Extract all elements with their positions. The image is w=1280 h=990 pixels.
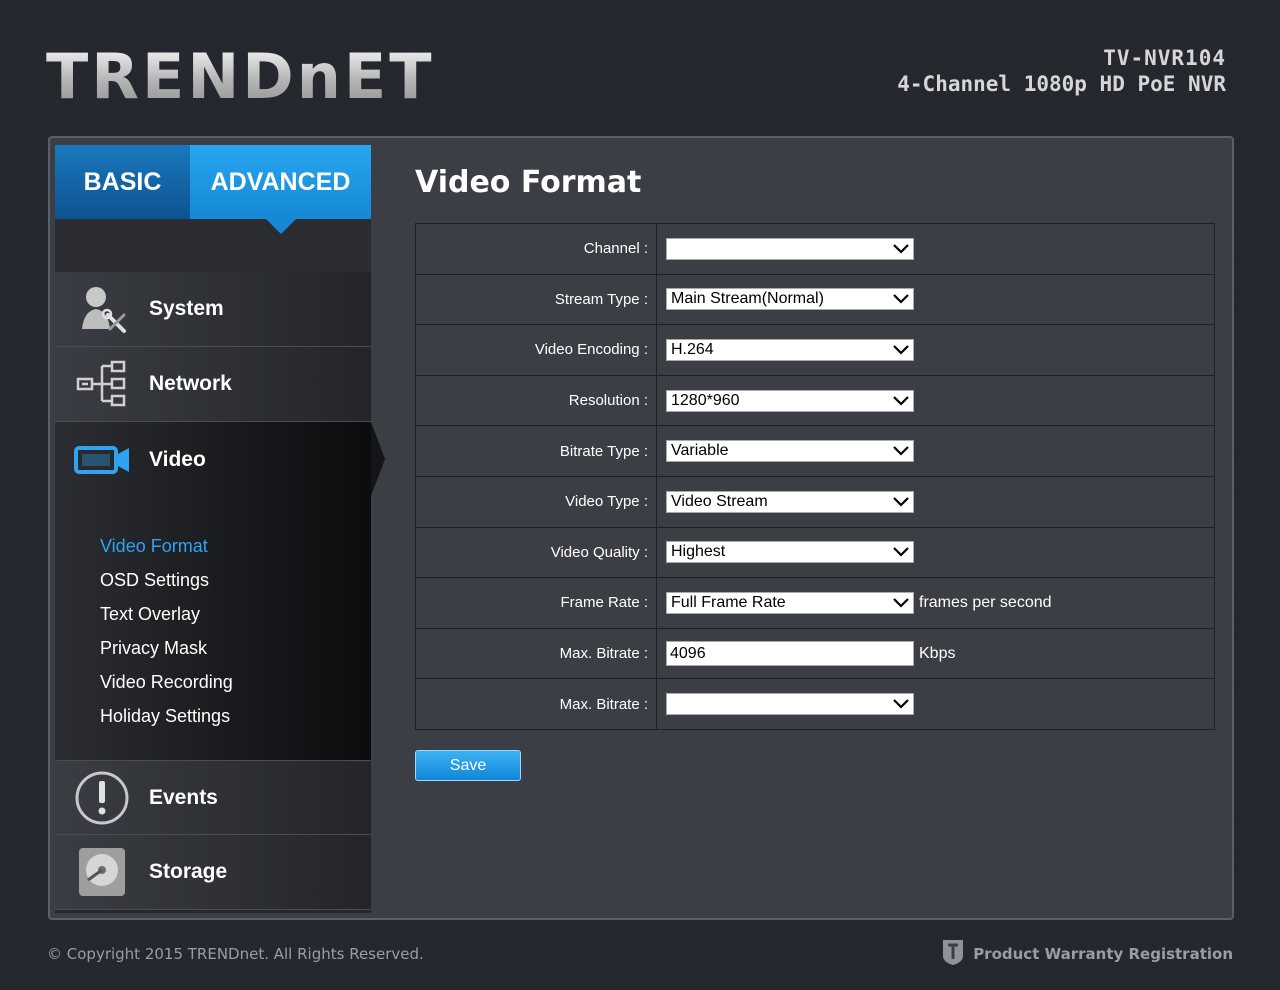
field-select[interactable] — [666, 237, 914, 260]
field-cell: 1280*960 — [656, 374, 1215, 427]
content-header: Video Format — [415, 165, 641, 200]
select-value: 1280*960 — [671, 391, 740, 409]
warranty-registration-link[interactable]: Product Warranty Registration — [941, 938, 1233, 970]
sidebar-item-network[interactable]: Network — [55, 347, 371, 422]
field-select[interactable]: Main Stream(Normal) — [666, 288, 914, 311]
chevron-down-icon — [893, 496, 909, 507]
sidebar-item-video[interactable]: Video — [55, 422, 371, 497]
submenu-video-recording[interactable]: Video Recording — [100, 665, 371, 699]
form-row: Max. Bitrate : — [415, 678, 1215, 730]
save-button[interactable]: Save — [415, 750, 521, 781]
tab-basic[interactable]: BASIC — [55, 145, 190, 219]
chevron-down-icon — [893, 547, 909, 557]
field-unit: frames per second — [919, 593, 1052, 611]
system-user-tools-icon — [55, 281, 149, 337]
form-row: Bitrate Type : Variable — [415, 425, 1215, 477]
model-description: 4-Channel 1080p HD PoE NVR — [897, 72, 1226, 96]
submenu-holiday-settings[interactable]: Holiday Settings — [100, 699, 371, 733]
submenu-video-format[interactable]: Video Format — [100, 529, 371, 563]
chevron-down-icon — [893, 244, 909, 254]
field-cell: Video Stream — [656, 475, 1215, 528]
field-label: Max. Bitrate : — [415, 627, 657, 680]
field-cell: Full Frame Rate frames per second — [656, 577, 1215, 629]
copyright-text: © Copyright 2015 TRENDnet. All Rights Re… — [47, 945, 424, 963]
sidebar-spacer — [55, 219, 371, 272]
field-cell — [656, 223, 1215, 275]
chevron-down-icon — [893, 294, 909, 304]
field-label: Bitrate Type : — [415, 425, 657, 477]
field-cell: H.264 — [656, 324, 1215, 376]
sidebar-item-events[interactable]: Events — [55, 760, 371, 835]
field-cell: Variable — [656, 425, 1215, 477]
field-select[interactable]: Highest — [666, 541, 914, 564]
mode-tabs: BASIC ADVANCED — [55, 145, 371, 234]
form-row: Resolution : 1280*960 — [415, 374, 1215, 427]
field-select[interactable]: Video Stream — [666, 490, 914, 513]
select-value: Variable — [671, 442, 729, 460]
trendnet-badge-icon — [941, 938, 965, 970]
network-tree-icon — [55, 356, 149, 412]
field-label: Video Encoding : — [415, 324, 657, 376]
page-title: Video Format — [415, 165, 642, 200]
field-select[interactable]: 1280*960 — [666, 389, 914, 412]
submenu-privacy-mask[interactable]: Privacy Mask — [100, 631, 371, 665]
form-row: Stream Type : Main Stream(Normal) — [415, 273, 1215, 326]
field-select[interactable]: Variable — [666, 440, 914, 463]
field-cell — [656, 678, 1215, 730]
field-label: Stream Type : — [415, 273, 657, 326]
sidebar-item-label: System — [149, 297, 224, 320]
field-label: Resolution : — [415, 374, 657, 427]
video-camera-icon — [55, 440, 149, 480]
model-info: TV-NVR104 4-Channel 1080p HD PoE NVR — [897, 46, 1226, 96]
form-row: Video Encoding : H.264 — [415, 324, 1215, 376]
field-cell: Kbps — [656, 627, 1215, 680]
chevron-down-icon — [893, 699, 909, 709]
field-cell: Main Stream(Normal) — [656, 273, 1215, 326]
warranty-label: Product Warranty Registration — [973, 945, 1233, 963]
form-row: Frame Rate : Full Frame Rate frames per se… — [415, 577, 1215, 629]
field-label: Max. Bitrate : — [415, 678, 657, 730]
select-value: Main Stream(Normal) — [671, 290, 824, 308]
select-value: Highest — [671, 543, 726, 561]
sidebar-item-label: Network — [149, 372, 232, 395]
field-cell: Highest — [656, 526, 1215, 579]
hard-drive-icon — [55, 844, 149, 900]
field-label: Video Type : — [415, 475, 657, 528]
sidebar-item-label: Storage — [149, 860, 228, 883]
submenu-text-overlay[interactable]: Text Overlay — [100, 597, 371, 631]
field-unit: Kbps — [919, 644, 956, 662]
sidebar-item-storage[interactable]: Storage — [55, 835, 371, 910]
form-row: Video Type : Video Stream — [415, 475, 1215, 528]
form-row: Video Quality : Highest — [415, 526, 1215, 579]
select-value: Video Stream — [671, 492, 768, 510]
select-value: H.264 — [671, 340, 714, 358]
trendnet-logo: TRENDnET — [46, 40, 435, 113]
field-select[interactable] — [666, 693, 914, 716]
video-submenu: Video Format OSD Settings Text Overlay P… — [55, 529, 371, 733]
form-row: Channel : — [415, 223, 1215, 275]
sidebar-video-section: Video Video Format OSD Settings Text Ove… — [55, 422, 385, 760]
video-format-form: Channel : Stream Type : Main Stream(Normal… — [415, 223, 1215, 730]
sidebar: BASIC ADVANCED System Network Video Vide… — [55, 145, 385, 913]
chevron-down-icon — [893, 395, 909, 406]
chevron-down-icon — [893, 446, 909, 456]
field-label: Video Quality : — [415, 526, 657, 579]
exclamation-circle-icon — [55, 770, 149, 826]
field-select[interactable]: Full Frame Rate — [666, 591, 914, 614]
field-input[interactable] — [666, 641, 914, 667]
field-select[interactable]: H.264 — [666, 338, 914, 361]
field-label: Channel : — [415, 223, 657, 275]
select-value: Full Frame Rate — [671, 593, 786, 611]
tab-advanced[interactable]: ADVANCED — [190, 145, 371, 234]
form-row: Max. Bitrate : Kbps — [415, 627, 1215, 680]
sidebar-item-label: Video — [149, 447, 206, 471]
model-number: TV-NVR104 — [1103, 46, 1226, 70]
chevron-down-icon — [893, 345, 909, 355]
chevron-down-icon — [893, 598, 909, 608]
submenu-osd-settings[interactable]: OSD Settings — [100, 563, 371, 597]
field-label: Frame Rate : — [415, 577, 657, 629]
sidebar-item-label: Events — [149, 785, 218, 809]
sidebar-item-system[interactable]: System — [55, 272, 371, 347]
